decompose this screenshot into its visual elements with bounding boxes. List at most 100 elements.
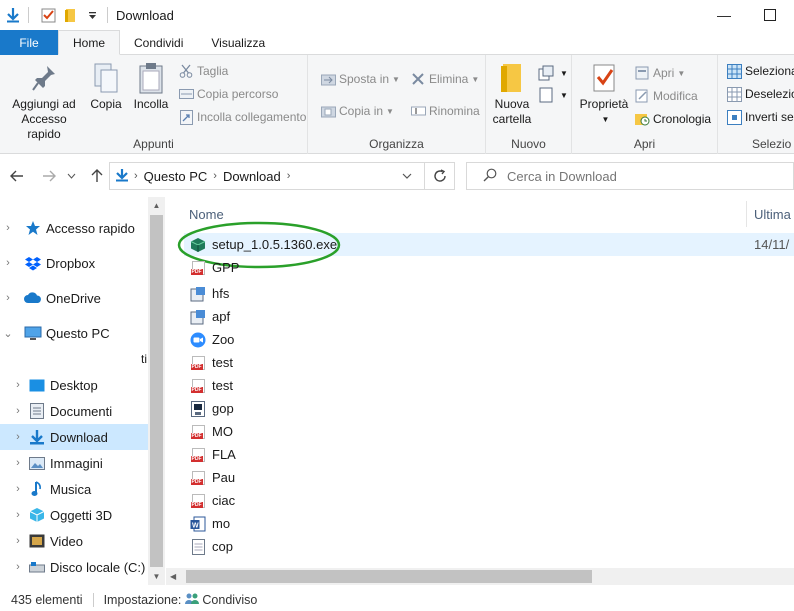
- nav-item-immagini[interactable]: › Immagini: [0, 450, 148, 476]
- title-bar: Download —: [0, 0, 794, 30]
- file-row[interactable]: test: [184, 374, 794, 397]
- down-arrow-icon[interactable]: [4, 6, 22, 24]
- expand-chevron-icon[interactable]: ›: [2, 257, 14, 269]
- nav-item-musica[interactable]: › Musica: [0, 476, 148, 502]
- copy-button[interactable]: Copia: [86, 59, 126, 112]
- nav-item-disco-locale[interactable]: › Disco locale (C:): [0, 554, 148, 580]
- file-row[interactable]: ciac: [184, 489, 794, 512]
- caret-icon: ▼: [677, 68, 686, 78]
- pin-quick-access-button[interactable]: Aggiungi ad Accesso rapido: [4, 59, 84, 142]
- file-row[interactable]: FLA: [184, 443, 794, 466]
- nav-pane-scrollbar[interactable]: ▲ ▼: [148, 197, 165, 585]
- drive-icon: [28, 558, 46, 576]
- copy-to-button[interactable]: Copia in ▼: [320, 101, 394, 121]
- breadcrumb-chevron-icon[interactable]: ›: [134, 170, 138, 182]
- scrollbar-thumb[interactable]: [150, 215, 163, 567]
- nav-item-documenti[interactable]: › Documenti: [0, 398, 148, 424]
- new-item-button[interactable]: ▼: [538, 63, 568, 83]
- nav-label: Documenti: [50, 403, 113, 419]
- rename-button[interactable]: Rinomina: [410, 101, 480, 121]
- file-list-horizontal-scrollbar[interactable]: ◀: [166, 568, 794, 585]
- scrollbar-thumb[interactable]: [186, 570, 592, 583]
- file-row[interactable]: gop: [184, 397, 794, 420]
- nav-item-onedrive[interactable]: › OneDrive: [0, 285, 148, 311]
- paste-link-button[interactable]: Incolla collegamento: [178, 107, 306, 127]
- open-button[interactable]: Apri ▼: [634, 63, 685, 83]
- collapse-chevron-icon[interactable]: ⌄: [2, 327, 14, 340]
- address-dropdown-button[interactable]: [392, 162, 422, 190]
- new-folder-button[interactable]: Nuova cartella: [488, 59, 536, 127]
- search-input[interactable]: [507, 168, 787, 184]
- tab-condividi[interactable]: Condividi: [120, 30, 197, 55]
- file-row[interactable]: apf: [184, 305, 794, 328]
- properties-checkbox-icon[interactable]: [39, 6, 57, 24]
- expand-chevron-icon[interactable]: ›: [12, 405, 24, 417]
- tab-home[interactable]: Home: [58, 30, 121, 55]
- file-row[interactable]: test: [184, 351, 794, 374]
- nav-item-oggetti-3d[interactable]: › Oggetti 3D: [0, 502, 148, 528]
- expand-chevron-icon[interactable]: ›: [12, 483, 24, 495]
- breadcrumb-chevron-icon[interactable]: ›: [287, 170, 291, 182]
- nav-item-accesso-rapido[interactable]: › Accesso rapido: [0, 215, 148, 241]
- move-to-label: Sposta in: [339, 72, 390, 86]
- edit-icon: [634, 88, 650, 104]
- history-button[interactable]: Cronologia: [634, 109, 711, 129]
- expand-chevron-icon[interactable]: ›: [12, 379, 24, 391]
- users-icon: [184, 592, 200, 608]
- column-header-modified[interactable]: Ultima: [754, 201, 791, 227]
- expand-chevron-icon[interactable]: ›: [12, 509, 24, 521]
- nav-item-video[interactable]: › Video: [0, 528, 148, 554]
- expand-chevron-icon[interactable]: ›: [2, 292, 14, 304]
- properties-button[interactable]: Proprietà ▼: [576, 59, 632, 127]
- refresh-button[interactable]: [424, 162, 455, 190]
- file-row[interactable]: Pau: [184, 466, 794, 489]
- scroll-up-icon[interactable]: ▲: [148, 197, 165, 214]
- invert-selection-button[interactable]: Inverti sel: [726, 107, 794, 127]
- file-row[interactable]: W mo: [184, 512, 794, 535]
- up-button[interactable]: [86, 166, 108, 186]
- select-all-button[interactable]: Seleziona: [726, 61, 794, 81]
- expand-chevron-icon[interactable]: ›: [12, 457, 24, 469]
- deselect-button[interactable]: Deselezio: [726, 84, 794, 104]
- customize-quick-access-icon[interactable]: [83, 6, 101, 24]
- breadcrumb-questo-pc[interactable]: Questo PC: [144, 169, 208, 184]
- breadcrumb-download[interactable]: Download: [223, 169, 281, 184]
- delete-button[interactable]: Elimina ▼: [410, 69, 479, 89]
- file-row[interactable]: GPP: [184, 256, 794, 279]
- pdf-icon: [190, 378, 206, 394]
- nav-item-dropbox[interactable]: › Dropbox: [0, 250, 148, 276]
- cut-button[interactable]: Taglia: [178, 61, 228, 81]
- recent-locations-button[interactable]: [64, 166, 78, 186]
- file-row[interactable]: cop: [184, 535, 794, 558]
- expand-chevron-icon[interactable]: ›: [12, 535, 24, 547]
- search-box[interactable]: [466, 162, 794, 190]
- edit-button[interactable]: Modifica: [634, 86, 698, 106]
- paste-button[interactable]: Incolla: [130, 59, 172, 112]
- tab-visualizza[interactable]: Visualizza: [197, 30, 279, 55]
- minimize-button[interactable]: —: [701, 0, 747, 30]
- nav-label: Dropbox: [46, 255, 96, 271]
- expand-chevron-icon[interactable]: ›: [2, 222, 14, 234]
- tab-file[interactable]: File: [0, 30, 58, 55]
- file-row[interactable]: Zoo: [184, 328, 794, 351]
- properties-icon: [587, 59, 621, 97]
- file-row[interactable]: MO: [184, 420, 794, 443]
- nav-item-desktop[interactable]: › Desktop: [0, 372, 148, 398]
- expand-chevron-icon[interactable]: ›: [12, 431, 24, 443]
- back-button[interactable]: [6, 166, 28, 186]
- easy-access-button[interactable]: ▼: [538, 85, 568, 105]
- folder-icon[interactable]: [61, 6, 79, 24]
- column-separator[interactable]: [746, 201, 747, 227]
- pin-icon: [27, 59, 61, 97]
- move-to-button[interactable]: Sposta in ▼: [320, 69, 400, 89]
- expand-chevron-icon[interactable]: ›: [12, 561, 24, 573]
- forward-button[interactable]: [38, 166, 60, 186]
- nav-item-download[interactable]: › Download: [0, 424, 148, 450]
- copy-path-button[interactable]: Copia percorso: [178, 84, 278, 104]
- nav-item-questo-pc[interactable]: ⌄ Questo PC: [0, 320, 148, 346]
- breadcrumb-chevron-icon[interactable]: ›: [213, 170, 217, 182]
- file-row[interactable]: hfs: [184, 282, 794, 305]
- maximize-button[interactable]: [747, 0, 793, 30]
- scroll-left-icon[interactable]: ◀: [170, 568, 176, 585]
- scroll-down-icon[interactable]: ▼: [148, 568, 165, 585]
